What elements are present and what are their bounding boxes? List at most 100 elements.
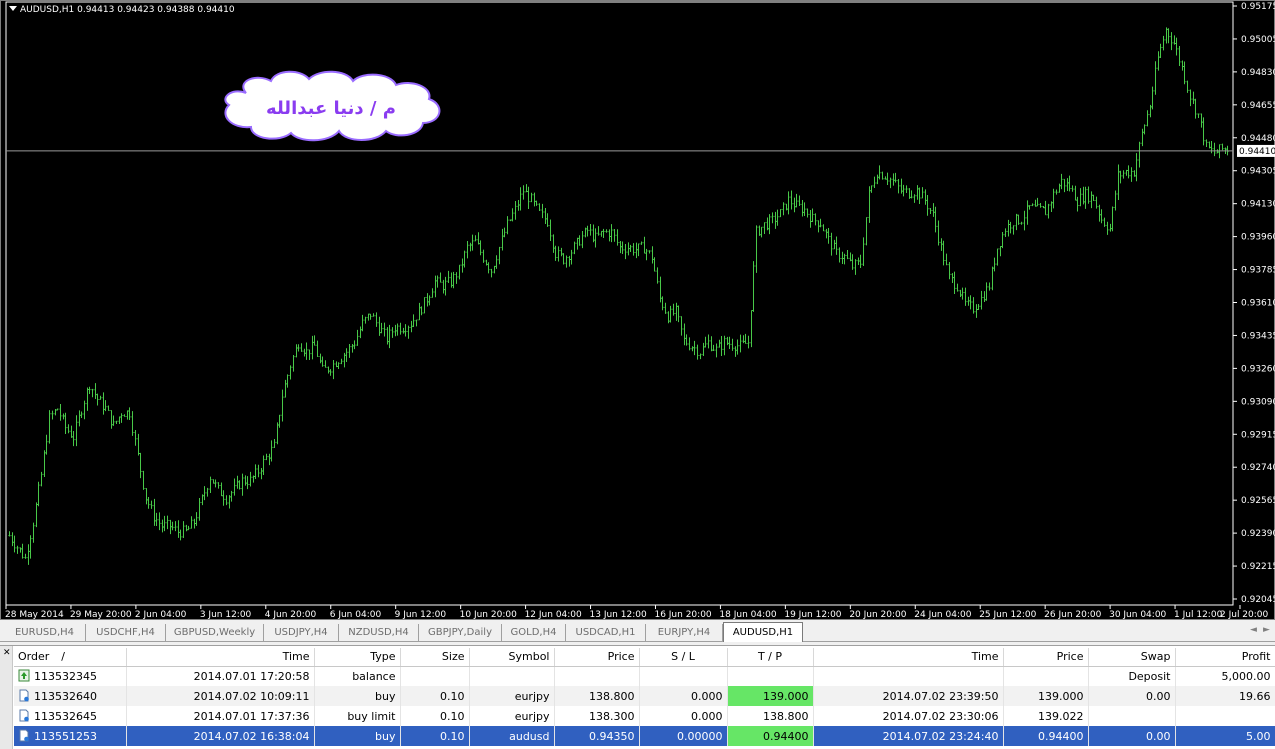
column-header-price[interactable]: Price <box>554 648 640 667</box>
ohlc-bar <box>131 411 134 436</box>
ohlc-bar <box>908 188 911 199</box>
ohlc-bar <box>798 195 801 207</box>
ohlc-bar <box>568 255 571 267</box>
tab-usdcad-h1[interactable]: USDCAD,H1 <box>566 624 646 641</box>
ohlc-bar <box>292 355 295 372</box>
cell-type: buy <box>314 686 401 706</box>
ohlc-bar <box>490 268 493 278</box>
ohlc-bar <box>80 411 83 418</box>
ohlc-bar <box>64 412 67 434</box>
ohlc-bar <box>118 416 121 424</box>
ohlc-bar <box>506 216 509 235</box>
column-header-s-l[interactable]: S / L <box>639 648 728 667</box>
ohlc-bar <box>474 235 477 242</box>
ohlc-bar <box>230 490 233 502</box>
ohlc-bar <box>1044 200 1047 216</box>
ohlc-bar <box>423 296 426 314</box>
column-header-t-p[interactable]: T / P <box>727 648 814 667</box>
x-tick-label: 19 Jun 12:00 <box>784 610 841 620</box>
ohlc-bar <box>410 320 413 333</box>
cell-profit <box>1175 706 1275 726</box>
tab-scroll-left-icon[interactable]: ◄ <box>1250 625 1257 635</box>
ohlc-bar <box>675 302 678 321</box>
ohlc-bar <box>112 415 115 426</box>
ohlc-bar <box>768 214 771 235</box>
column-header-swap[interactable]: Swap <box>1088 648 1176 667</box>
ohlc-bar <box>54 408 57 416</box>
ohlc-bar <box>171 521 174 531</box>
ohlc-bar <box>715 343 718 358</box>
ohlc-bar <box>627 242 630 256</box>
ohlc-bar <box>766 217 769 231</box>
ohlc-bar <box>1111 206 1114 232</box>
cell-swap: 0.00 <box>1088 726 1176 746</box>
y-tick-label: 0.92565 <box>1241 496 1275 506</box>
ohlc-bar <box>270 440 273 462</box>
ohlc-bar <box>726 336 729 346</box>
column-header-time[interactable]: Time <box>126 648 315 667</box>
ohlc-bar <box>195 512 198 526</box>
cell-profit: 5.00 <box>1175 726 1275 746</box>
tab-eurusd-h4[interactable]: EURUSD,H4 <box>4 624 86 641</box>
tab-audusd-h1[interactable]: AUDUSD,H1 <box>723 622 803 642</box>
chart-window[interactable]: 0.95175 0.95005 0.94830 0.94655 0.94480 0.943… <box>0 0 1275 620</box>
cell-symbol: audusd <box>469 726 555 746</box>
ohlc-bar <box>905 185 908 193</box>
ohlc-bar <box>1170 32 1173 51</box>
column-header-type[interactable]: Type <box>314 648 401 667</box>
close-icon[interactable]: ✕ <box>3 648 11 658</box>
ohlc-bar <box>436 275 439 288</box>
column-header-profit[interactable]: Profit <box>1175 648 1275 667</box>
column-header-symbol[interactable]: Symbol <box>469 648 555 667</box>
ohlc-bar <box>187 525 190 531</box>
y-tick-label: 0.95005 <box>1241 35 1275 45</box>
column-header-order[interactable]: Order / <box>14 648 127 667</box>
ohlc-bar <box>742 335 745 344</box>
ohlc-bar <box>586 225 589 237</box>
ohlc-bar <box>1210 141 1213 154</box>
order-cell: 113551253 <box>14 726 127 746</box>
price-chart[interactable]: 0.95175 0.95005 0.94830 0.94655 0.94480 0.943… <box>1 1 1275 621</box>
cell-close-price: 139.022 <box>1003 706 1089 726</box>
ohlc-bar <box>147 497 150 509</box>
table-row[interactable]: 113532640 2014.07.02 10:09:11 buy 0.10 eurjp… <box>14 686 1275 706</box>
ohlc-bar <box>104 400 107 412</box>
ohlc-bar <box>359 326 362 339</box>
table-row[interactable]: 113532645 2014.07.01 17:37:36 buy limit 0.1… <box>14 706 1275 726</box>
tab-usdchf-h4[interactable]: USDCHF,H4 <box>86 624 166 641</box>
ohlc-bar <box>1149 104 1152 118</box>
ohlc-bar <box>391 327 394 338</box>
column-header-size[interactable]: Size <box>400 648 470 667</box>
ohlc-bar <box>225 495 228 506</box>
table-row[interactable]: 113551253 2014.07.02 16:38:04 buy 0.10 audus… <box>14 726 1275 746</box>
ohlc-bar <box>399 322 402 335</box>
x-tick-label: 1 Jul 12:00 <box>1174 610 1223 620</box>
ohlc-bar <box>940 238 943 251</box>
ohlc-bar <box>1205 139 1208 147</box>
tab-gold-h4[interactable]: GOLD,H4 <box>502 624 566 641</box>
ohlc-bar <box>640 241 643 245</box>
column-header-time[interactable]: Time <box>813 648 1004 667</box>
tab-gbpjpy-daily[interactable]: GBPJPY,Daily <box>419 624 502 641</box>
ohlc-bar <box>669 305 672 323</box>
chevron-down-icon[interactable] <box>9 6 17 11</box>
ohlc-bar <box>120 413 123 423</box>
ohlc-bar <box>557 246 560 262</box>
ohlc-bar <box>661 296 664 311</box>
tab-gbpusd-weekly[interactable]: GBPUSD,Weekly <box>166 624 264 641</box>
ohlc-bar <box>83 400 86 420</box>
tab-eurjpy-h4[interactable]: EURJPY,H4 <box>646 624 723 641</box>
ohlc-bar <box>667 311 670 324</box>
ohlc-bar <box>1127 165 1130 179</box>
ohlc-bar <box>482 249 485 263</box>
tab-usdjpy-h4[interactable]: USDJPY,H4 <box>264 624 339 641</box>
ohlc-bar <box>501 228 504 251</box>
column-header-price[interactable]: Price <box>1003 648 1089 667</box>
tab-scroll-right-icon[interactable]: ► <box>1263 625 1270 635</box>
ohlc-bar <box>659 276 662 303</box>
ohlc-bar <box>902 184 905 197</box>
table-row[interactable]: 113532345 2014.07.01 17:20:58 balance Depos… <box>14 666 1275 686</box>
ohlc-bar <box>535 200 538 206</box>
tab-nzdusd-h4[interactable]: NZDUSD,H4 <box>339 624 419 641</box>
ohlc-bar <box>59 404 62 421</box>
